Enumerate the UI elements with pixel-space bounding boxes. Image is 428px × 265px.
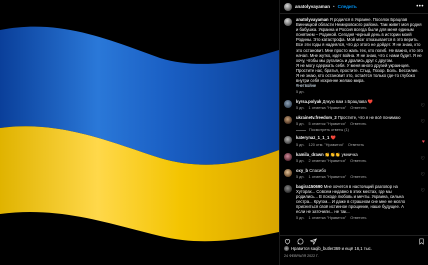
comment-row: kamila_drawn 👏👏👏 умничка 5 дн. 2 отметки … [280, 149, 428, 163]
separator-dot: • [333, 4, 335, 9]
comment-row: oxy_b Спасибо 5 дн. 1 отметка "Нравится" О… [280, 165, 428, 179]
comment-username[interactable]: kyrsa.polyak [296, 99, 321, 104]
comment-row: katerynaz_1_1_1 ❤️ 5 дн. 120 отм. "Нравит… [280, 132, 428, 147]
comment-row: bagira150690 Мне хочется в настоящий раз… [280, 181, 428, 221]
share-icon[interactable] [310, 238, 317, 245]
comment-likes[interactable]: 1 отметка "Нравится" [309, 175, 347, 179]
author-avatar[interactable] [284, 2, 292, 11]
comment-time: 5 дн. [296, 174, 305, 179]
comment-likes[interactable]: 1 отметка "Нравится" [309, 216, 347, 220]
reply-button[interactable]: Ответить [350, 216, 366, 220]
comment-row: kyrsa.polyak Дякую вам з Брацлава ❤️ 5 д… [280, 96, 428, 110]
commenter-avatar[interactable] [284, 136, 292, 145]
post-header: anatolyvayaman • Следить ••• [280, 0, 428, 14]
comment-time: 5 дн. [296, 142, 305, 147]
comment-username[interactable]: ukrainetv.freedom_2 [296, 115, 337, 120]
comment-likes[interactable]: 2 отметки "Нравится" [309, 159, 347, 163]
view-replies-label: Посмотреть ответы (1) [309, 128, 349, 133]
likes-summary[interactable]: Нравится saqib_butler369 и ещё 16,1 тыс. [284, 246, 372, 251]
post-details-panel: anatolyvayaman • Следить ••• anatolyvaya… [279, 0, 428, 265]
commenter-avatar[interactable] [284, 100, 292, 109]
commenter-avatar[interactable] [284, 116, 292, 125]
commenter-avatar[interactable] [284, 184, 292, 193]
reply-button[interactable]: Ответить [350, 122, 366, 126]
comment-row: ukrainetv.freedom_2 Простите, что я не в… [280, 112, 428, 126]
comment-likes[interactable]: 120 отм. "Нравится" [309, 143, 344, 147]
comment-time: 5 дн. [296, 106, 305, 111]
caption-time: 5 дн. [296, 90, 305, 95]
comment-like-heart-icon[interactable]: ♡ [417, 103, 425, 110]
commenter-avatar[interactable] [284, 168, 292, 177]
likes-text: Нравится saqib_butler369 и ещё 16,1 тыс. [291, 246, 372, 251]
caption-row: anatolyvayaman Я родился в Украине. Посе… [280, 14, 428, 94]
caption-text-2: Я не могу сдержать себя. У меня много др… [296, 62, 419, 73]
post-date: 24 ФЕВРАЛЯ 2022 Г. [284, 254, 319, 258]
hashtag-link[interactable]: #нетвойне [296, 83, 425, 88]
caption-text-3: Я не знаю, кто остановит это, остаётся т… [296, 73, 416, 84]
comment-username[interactable]: kamila_drawn [296, 152, 324, 157]
bookmark-icon[interactable] [418, 238, 425, 245]
comment-time: 5 дн. [296, 216, 305, 221]
heart-icon[interactable] [284, 238, 291, 245]
comment-text: Мне хочется в настоящий разговор на Хуто… [296, 183, 406, 215]
comment-username[interactable]: katerynaz_1_1_1 [296, 135, 329, 140]
comment-text: Спасибо [309, 167, 327, 173]
comment-text: 👏👏👏 умничка [324, 151, 358, 157]
comment-like-heart-icon[interactable]: ♡ [417, 156, 425, 163]
liker-avatar [284, 246, 289, 251]
commenter-avatar[interactable] [284, 152, 292, 161]
reply-button[interactable]: Ответить [350, 106, 366, 110]
comment-text: Простите, что я не всё понимаю [337, 115, 401, 121]
comments-scroll-area[interactable]: anatolyvayaman Я родился в Украине. Посе… [280, 14, 428, 229]
comment-likes[interactable]: 1 отметка "Нравится" [309, 106, 347, 110]
ukraine-flag-image [0, 0, 279, 265]
comment-time: 5 дн. [296, 158, 305, 163]
reply-button[interactable]: Ответить [348, 143, 364, 147]
author-avatar[interactable] [284, 18, 292, 26]
author-username[interactable]: anatolyvayaman [295, 4, 330, 9]
comment-time: 5 дн. [296, 122, 305, 127]
caption-text: Я родился в Украине. Поселок Брацлав Вин… [296, 17, 423, 63]
more-icon[interactable]: ••• [416, 4, 424, 10]
comment-username[interactable]: oxy_b [296, 168, 308, 173]
comment-like-heart-icon[interactable]: ♡ [417, 188, 425, 221]
comment-likes[interactable]: 5 отметок "Нравится" [309, 122, 347, 126]
reply-button[interactable]: Ответить [350, 159, 366, 163]
follow-button[interactable]: Следить [338, 4, 357, 9]
comment-text: ❤️ [330, 135, 336, 141]
post-actions-bar [280, 235, 428, 245]
comment-like-heart-icon[interactable]: ♥ [417, 139, 425, 146]
comment-like-heart-icon[interactable]: ♡ [417, 172, 425, 179]
comment-like-heart-icon[interactable]: ♡ [417, 119, 425, 126]
reply-button[interactable]: Ответить [350, 175, 366, 179]
comment-text: Дякую вам з Брацлава ❤️ [322, 99, 374, 105]
post-image[interactable] [0, 0, 279, 265]
comment-icon[interactable] [297, 238, 304, 245]
